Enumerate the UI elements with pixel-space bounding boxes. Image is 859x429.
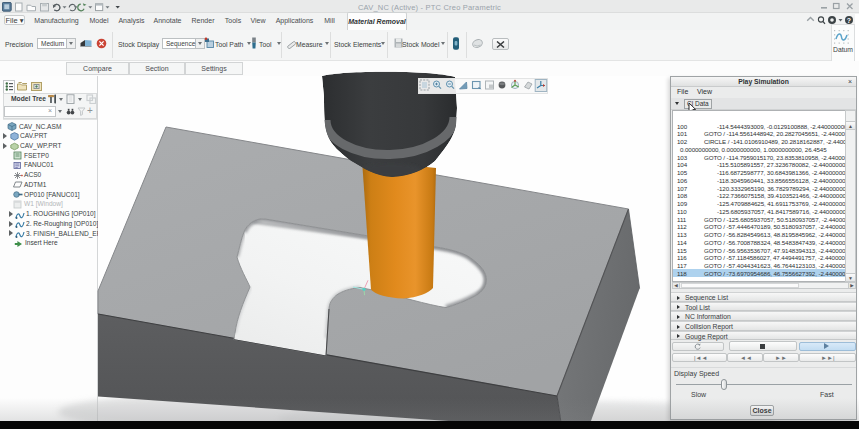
svg-text:?: ? — [847, 17, 851, 24]
